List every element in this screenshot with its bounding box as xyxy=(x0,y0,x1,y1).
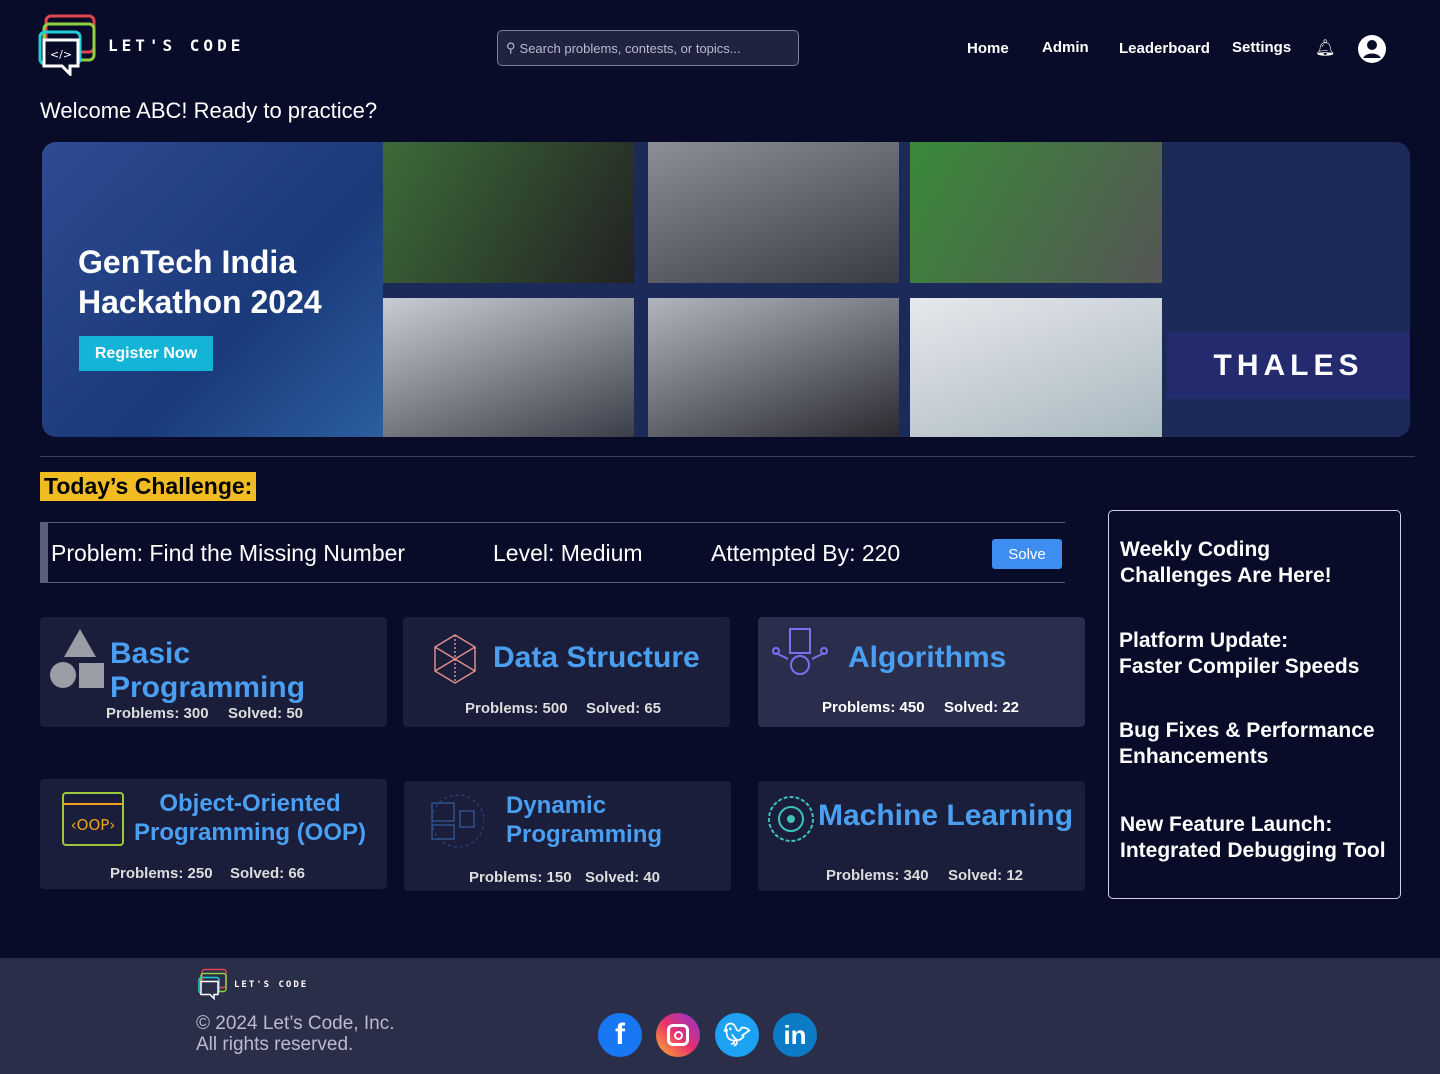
topic-card-data-structure[interactable]: Data Structure Problems: 500 Solved: 65 xyxy=(403,617,730,727)
todays-challenge-heading: Today’s Challenge: xyxy=(40,472,257,501)
nav-admin[interactable]: Admin xyxy=(1042,39,1089,56)
topic-title: Machine Learning xyxy=(818,799,1074,832)
topic-card-dynamic-programming[interactable]: Dynamic Programming Problems: 150 Solved:… xyxy=(404,781,731,891)
banner-photo xyxy=(648,142,899,283)
linkedin-icon[interactable]: in xyxy=(773,1013,817,1057)
footer: LET'S CODE © 2024 Let’s Code, Inc. All ri… xyxy=(0,958,1440,1074)
footer-brand: LET'S CODE xyxy=(234,980,309,990)
banner-title: GenTech India Hackathon 2024 xyxy=(78,244,322,320)
topic-solved: Solved: 22 xyxy=(944,699,1020,716)
topic-card-oop[interactable]: ‹OOP› Object-Oriented Programming (OOP) P… xyxy=(40,779,387,889)
hackathon-banner[interactable]: GenTech India Hackathon 2024 Register Now… xyxy=(42,142,1410,437)
banner-photo xyxy=(910,298,1162,437)
svg-text:‹OOP›: ‹OOP› xyxy=(71,816,116,834)
user-avatar-icon[interactable] xyxy=(1357,34,1387,64)
cube-network-icon xyxy=(434,634,476,684)
bell-icon[interactable]: 🔔︎ xyxy=(1315,38,1335,58)
topic-problems: Problems: 500 xyxy=(465,700,568,717)
brand-name: LET'S CODE xyxy=(108,36,245,55)
oop-window-icon: ‹OOP› xyxy=(62,792,124,846)
topic-card-basic-programming[interactable]: Basic Programming Problems: 300 Solved: … xyxy=(40,617,387,727)
topic-problems: Problems: 340 xyxy=(826,867,929,884)
twitter-icon[interactable]: 🐦︎ xyxy=(715,1013,759,1057)
topic-title: Object-Oriented Programming (OOP) xyxy=(134,790,367,846)
facebook-icon[interactable]: f xyxy=(598,1013,642,1057)
banner-photo xyxy=(383,142,634,283)
topic-card-algorithms[interactable]: Algorithms Problems: 450 Solved: 22 xyxy=(758,617,1085,727)
brain-circuit-icon xyxy=(768,796,814,842)
challenge-row: Problem: Find the Missing Number Level: … xyxy=(40,522,1065,583)
topic-solved: Solved: 66 xyxy=(230,865,306,882)
topic-problems: Problems: 150 xyxy=(469,869,572,886)
challenge-attempted: Attempted By: 220 xyxy=(711,540,901,566)
topic-solved: Solved: 12 xyxy=(948,867,1024,884)
topic-card-machine-learning[interactable]: Machine Learning Problems: 340 Solved: 1… xyxy=(758,781,1085,891)
topic-problems: Problems: 250 xyxy=(110,865,213,882)
challenge-level: Level: Medium xyxy=(493,540,643,566)
search-icon: ⚲ xyxy=(506,40,516,55)
news-item[interactable]: Platform Update: Faster Compiler Speeds xyxy=(1119,628,1359,680)
welcome-message: Welcome ABC! Ready to practice? xyxy=(40,98,378,123)
news-item[interactable]: Weekly Coding Challenges Are Here! xyxy=(1120,537,1332,589)
topic-solved: Solved: 65 xyxy=(586,700,662,717)
banner-photo xyxy=(648,298,899,437)
nav-settings[interactable]: Settings xyxy=(1232,39,1291,56)
divider xyxy=(40,456,1415,457)
topic-title: Basic Programming xyxy=(110,637,306,704)
dynamic-programming-icon xyxy=(431,794,484,848)
news-item[interactable]: New Feature Launch: Integrated Debugging … xyxy=(1120,812,1386,864)
nav-leaderboard[interactable]: Leaderboard xyxy=(1119,40,1210,57)
logo-icon[interactable]: </> xyxy=(38,14,98,76)
news-item[interactable]: Bug Fixes & Performance Enhancements xyxy=(1119,718,1375,770)
topic-title: Dynamic Programming xyxy=(506,792,663,848)
topic-problems: Problems: 450 xyxy=(822,699,925,716)
nav-home[interactable]: Home xyxy=(967,40,1009,57)
shapes-icon xyxy=(50,629,104,688)
topic-title: Data Structure xyxy=(493,641,700,674)
search-input[interactable] xyxy=(519,40,780,56)
topic-solved: Solved: 40 xyxy=(585,869,661,886)
banner-photo xyxy=(383,298,634,437)
sponsor-logo: THALES xyxy=(1167,332,1410,399)
topic-solved: Solved: 50 xyxy=(228,705,304,722)
register-now-button[interactable]: Register Now xyxy=(79,336,213,371)
copyright: © 2024 Let’s Code, Inc. All rights reserv… xyxy=(196,1013,395,1055)
search-bar[interactable]: ⚲ xyxy=(497,30,799,66)
topic-problems: Problems: 300 xyxy=(106,705,209,722)
instagram-icon[interactable] xyxy=(656,1013,700,1057)
topic-title: Algorithms xyxy=(848,641,1007,674)
news-panel: Weekly Coding Challenges Are Here! Platfo… xyxy=(1108,510,1401,899)
algorithm-gear-icon xyxy=(772,628,828,675)
footer-logo-icon xyxy=(198,968,227,1000)
banner-photo xyxy=(910,142,1162,283)
solve-button[interactable]: Solve xyxy=(992,539,1062,569)
svg-text:</>: </> xyxy=(50,48,72,61)
challenge-problem: Problem: Find the Missing Number xyxy=(51,540,406,566)
